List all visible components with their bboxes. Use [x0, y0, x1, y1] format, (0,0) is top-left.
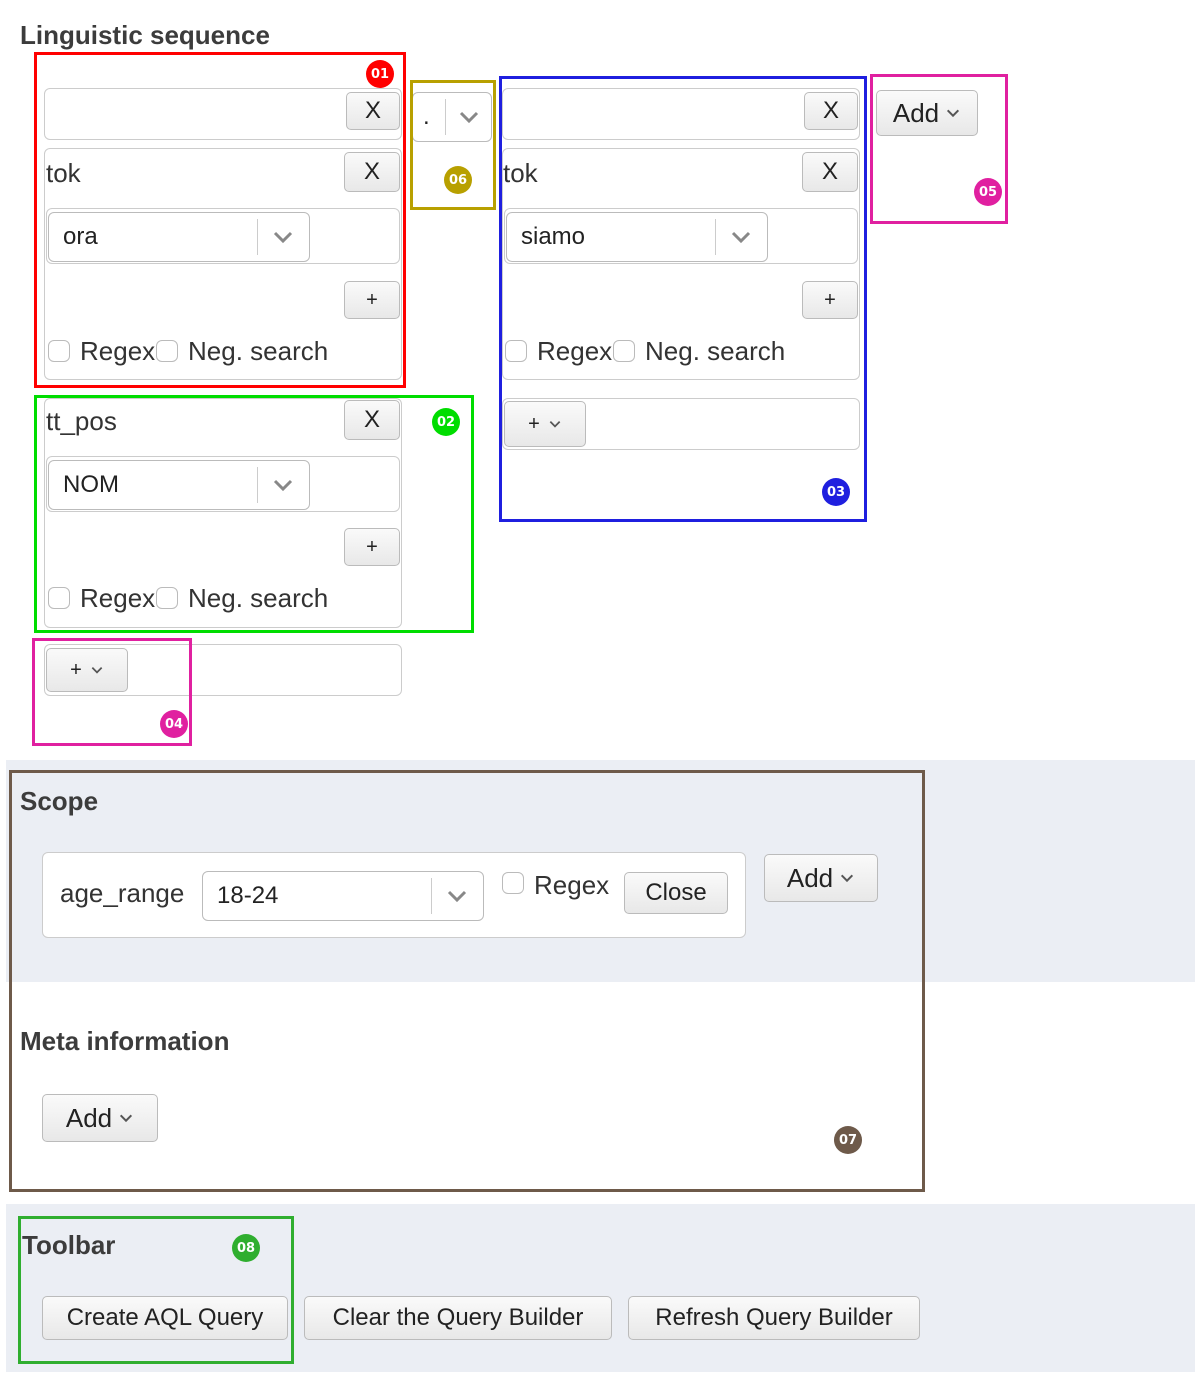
- operator-value: .: [423, 103, 430, 130]
- scope-regex-label: Regex: [534, 870, 610, 900]
- add-attribute-label: +: [70, 658, 82, 681]
- meta-information-title: Meta information: [20, 1026, 230, 1056]
- neg-search-label: Neg. search: [188, 583, 329, 613]
- chevron-down-icon: [841, 874, 854, 883]
- attribute-name: tok: [503, 158, 538, 188]
- scope-title: Scope: [20, 786, 99, 816]
- add-attribute-label: +: [528, 412, 540, 435]
- neg-search-checkbox[interactable]: [156, 587, 178, 609]
- clear-query-builder-button[interactable]: Clear the Query Builder: [304, 1296, 612, 1340]
- add-value-button[interactable]: +: [802, 281, 858, 319]
- chevron-down-icon: [731, 231, 751, 244]
- scope-add-label: Add: [786, 862, 834, 893]
- add-value-button[interactable]: +: [344, 281, 400, 319]
- annotation-marker-03: 03: [822, 478, 850, 506]
- scope-attribute-name: age_range: [60, 878, 185, 908]
- regex-label: Regex: [80, 583, 156, 613]
- annotation-marker-05: 05: [974, 178, 1002, 206]
- neg-search-checkbox[interactable]: [613, 340, 635, 362]
- scope-regex-checkbox[interactable]: [502, 872, 524, 894]
- annotation-marker-08: 08: [232, 1234, 260, 1262]
- token-value-select[interactable]: NOM: [48, 460, 310, 510]
- select-value: NOM: [63, 471, 119, 498]
- regex-checkbox[interactable]: [48, 340, 70, 362]
- neg-search-label: Neg. search: [188, 336, 329, 366]
- token-value-select[interactable]: ora: [48, 212, 310, 262]
- annotation-marker-07: 07: [834, 1126, 862, 1154]
- chevron-down-icon: [549, 421, 561, 428]
- token2-remove-button[interactable]: X: [804, 92, 858, 130]
- annotation-marker-04: 04: [160, 710, 188, 738]
- token-value-select[interactable]: siamo: [506, 212, 768, 262]
- chevron-down-icon: [459, 111, 479, 124]
- add-attribute-button[interactable]: +: [46, 648, 128, 692]
- toolbar-section: [6, 1204, 1195, 1372]
- neg-search-checkbox[interactable]: [156, 340, 178, 362]
- select-value: 18-24: [217, 882, 279, 909]
- annotation-marker-06: 06: [444, 166, 472, 194]
- chevron-down-icon: [120, 1114, 133, 1123]
- add-token-label: Add: [892, 97, 940, 128]
- meta-add-button[interactable]: Add: [42, 1094, 158, 1142]
- neg-search-label: Neg. search: [645, 336, 786, 366]
- chevron-down-icon: [273, 231, 293, 244]
- chevron-down-icon: [273, 479, 293, 492]
- regex-checkbox[interactable]: [48, 587, 70, 609]
- token1-remove-button[interactable]: X: [346, 92, 400, 130]
- linguistic-sequence-title: Linguistic sequence: [20, 20, 270, 50]
- scope-value-select[interactable]: 18-24: [202, 871, 484, 921]
- add-attribute-button[interactable]: +: [504, 401, 586, 447]
- attribute-name: tt_pos: [46, 406, 117, 436]
- chevron-down-icon: [447, 890, 467, 903]
- annotation-marker-01: 01: [366, 60, 394, 88]
- regex-label: Regex: [537, 336, 613, 366]
- annotation-marker-02: 02: [432, 408, 460, 436]
- select-value: siamo: [521, 223, 586, 250]
- scope-close-button[interactable]: Close: [624, 872, 728, 914]
- chevron-down-icon: [91, 667, 103, 674]
- attribute-remove-button[interactable]: X: [344, 152, 400, 192]
- chevron-down-icon: [947, 109, 960, 118]
- attribute-name: tok: [46, 158, 81, 188]
- regex-label: Regex: [80, 336, 156, 366]
- create-aql-query-button[interactable]: Create AQL Query: [42, 1296, 288, 1340]
- meta-add-label: Add: [65, 1102, 113, 1133]
- select-value: ora: [63, 223, 98, 250]
- refresh-query-builder-button[interactable]: Refresh Query Builder: [628, 1296, 920, 1340]
- attribute-remove-button[interactable]: X: [802, 152, 858, 192]
- toolbar-title: Toolbar: [22, 1230, 116, 1260]
- add-value-button[interactable]: +: [344, 528, 400, 566]
- add-token-button[interactable]: Add: [876, 90, 978, 136]
- scope-add-button[interactable]: Add: [764, 854, 878, 902]
- operator-select[interactable]: .: [412, 92, 492, 142]
- regex-checkbox[interactable]: [505, 340, 527, 362]
- attribute-remove-button[interactable]: X: [344, 400, 400, 440]
